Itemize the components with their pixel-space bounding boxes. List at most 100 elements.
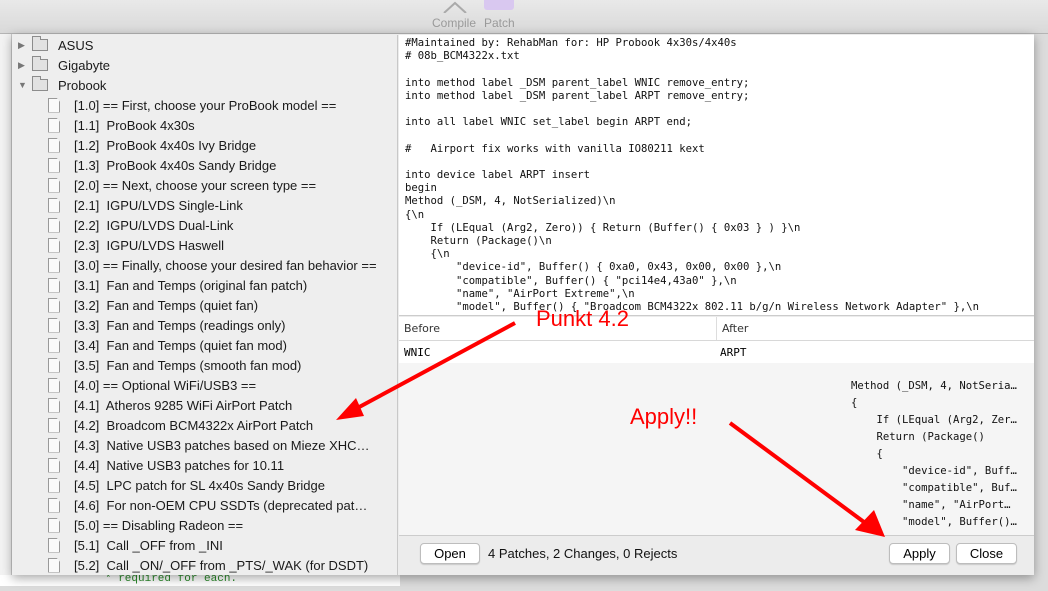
tree-item[interactable]: [4.5] LPC patch for SL 4x40s Sandy Bridg…: [12, 475, 397, 495]
tree-item-label: [2.3] IGPU/LVDS Haswell: [74, 237, 225, 253]
tree-item-label: [4.1] Atheros 9285 WiFi AirPort Patch: [74, 397, 293, 413]
document-icon: [48, 277, 60, 293]
document-icon: [48, 357, 60, 373]
patch-tree[interactable]: ▶ ASUS ▶ Gigabyte ▼ Probook [1.0] == First, ch…: [12, 35, 398, 575]
tree-item[interactable]: [3.3] Fan and Temps (readings only): [12, 315, 397, 335]
tree-item[interactable]: [4.1] Atheros 9285 WiFi AirPort Patch: [12, 395, 397, 415]
tree-item-label: [5.2] Call _ON/_OFF from _PTS/_WAK (for …: [74, 557, 369, 573]
tree-item[interactable]: [2.3] IGPU/LVDS Haswell: [12, 235, 397, 255]
folder-icon: [32, 76, 48, 91]
tree-item-label: [3.4] Fan and Temps (quiet fan mod): [74, 337, 287, 353]
document-icon: [48, 157, 60, 173]
folder-label: Probook: [58, 77, 107, 93]
cell-before: WNIC: [404, 345, 431, 359]
changes-table-header: Before After: [399, 317, 1034, 341]
tree-item-label: [2.1] IGPU/LVDS Single-Link: [74, 197, 243, 213]
compile-icon[interactable]: [440, 0, 470, 14]
document-icon: [48, 537, 60, 553]
folder-icon: [32, 56, 48, 71]
document-icon: [48, 257, 60, 273]
tree-item[interactable]: [5.0] == Disabling Radeon ==: [12, 515, 397, 535]
folder-label: ASUS: [58, 37, 94, 53]
folder-label: Gigabyte: [58, 57, 111, 73]
tree-item[interactable]: [4.3] Native USB3 patches based on Mieze…: [12, 435, 397, 455]
document-icon: [48, 317, 60, 333]
tree-item-label: [5.0] == Disabling Radeon ==: [74, 517, 244, 533]
table-row[interactable]: WNIC ARPT: [399, 341, 1034, 363]
open-button[interactable]: Open: [420, 543, 480, 564]
compile-button[interactable]: Compile: [432, 16, 476, 30]
document-icon: [48, 377, 60, 393]
patch-source-text[interactable]: #Maintained by: RehabMan for: HP Probook…: [399, 35, 1034, 316]
tree-item[interactable]: [2.0] == Next, choose your screen type =…: [12, 175, 397, 195]
tree-item[interactable]: [4.4] Native USB3 patches for 10.11: [12, 455, 397, 475]
tree-folder-gigabyte[interactable]: ▶ Gigabyte: [12, 55, 397, 75]
tree-item-label: [1.3] ProBook 4x40s Sandy Bridge: [74, 157, 277, 173]
tree-item-label: [4.6] For non-OEM CPU SSDTs (deprecated …: [74, 497, 368, 513]
sheet-footer: Open 4 Patches, 2 Changes, 0 Rejects App…: [399, 537, 1034, 575]
tree-item[interactable]: [3.1] Fan and Temps (original fan patch): [12, 275, 397, 295]
document-icon: [48, 457, 60, 473]
disclosure-right-icon[interactable]: ▶: [18, 60, 28, 71]
tree-item-label: [4.4] Native USB3 patches for 10.11: [74, 457, 285, 473]
change-preview: Method (_DSM, 4, NotSeria… { If (LEqual …: [399, 363, 1034, 536]
close-button[interactable]: Close: [956, 543, 1017, 564]
tree-item[interactable]: [5.1] Call _OFF from _INI: [12, 535, 397, 555]
document-icon: [48, 177, 60, 193]
document-icon: [48, 237, 60, 253]
document-icon: [48, 297, 60, 313]
tree-item[interactable]: [1.1] ProBook 4x30s: [12, 115, 397, 135]
tree-item-label: [5.1] Call _OFF from _INI: [74, 537, 223, 553]
tree-item-label: [3.3] Fan and Temps (readings only): [74, 317, 286, 333]
patch-icon[interactable]: [484, 0, 514, 10]
tree-item[interactable]: [3.5] Fan and Temps (smooth fan mod): [12, 355, 397, 375]
tree-item-label: [3.0] == Finally, choose your desired fa…: [74, 257, 377, 273]
tree-item[interactable]: [1.2] ProBook 4x40s Ivy Bridge: [12, 135, 397, 155]
tree-item-label: [3.2] Fan and Temps (quiet fan): [74, 297, 259, 313]
cell-after: ARPT: [720, 345, 747, 359]
tree-item[interactable]: [2.1] IGPU/LVDS Single-Link: [12, 195, 397, 215]
document-icon: [48, 117, 60, 133]
document-icon: [48, 397, 60, 413]
document-icon: [48, 517, 60, 533]
document-icon: [48, 197, 60, 213]
tree-item-label: [3.1] Fan and Temps (original fan patch): [74, 277, 308, 293]
tree-item[interactable]: [1.0] == First, choose your ProBook mode…: [12, 95, 397, 115]
tree-folder-asus[interactable]: ▶ ASUS: [12, 35, 397, 55]
document-icon: [48, 337, 60, 353]
patch-button[interactable]: Patch: [484, 16, 515, 30]
tree-item[interactable]: [4.6] For non-OEM CPU SSDTs (deprecated …: [12, 495, 397, 515]
preview-code: Method (_DSM, 4, NotSeria… { If (LEqual …: [851, 380, 1017, 528]
tree-item-label: [4.3] Native USB3 patches based on Mieze…: [74, 437, 370, 453]
tree-item[interactable]: [5.2] Call _ON/_OFF from _PTS/_WAK (for …: [12, 555, 397, 575]
background-window: [0, 34, 12, 586]
tree-item-label: [1.2] ProBook 4x40s Ivy Bridge: [74, 137, 257, 153]
document-icon: [48, 137, 60, 153]
tree-item[interactable]: [2.2] IGPU/LVDS Dual-Link: [12, 215, 397, 235]
folder-icon: [32, 36, 48, 51]
disclosure-right-icon[interactable]: ▶: [18, 40, 28, 51]
document-icon: [48, 497, 60, 513]
document-icon: [48, 417, 60, 433]
tree-item[interactable]: [4.0] == Optional WiFi/USB3 ==: [12, 375, 397, 395]
tree-item[interactable]: [4.2] Broadcom BCM4322x AirPort Patch: [12, 415, 397, 435]
tree-item-label: [4.0] == Optional WiFi/USB3 ==: [74, 377, 257, 393]
tree-item[interactable]: [3.0] == Finally, choose your desired fa…: [12, 255, 397, 275]
tree-folder-probook[interactable]: ▼ Probook: [12, 75, 397, 95]
tree-item-label: [2.2] IGPU/LVDS Dual-Link: [74, 217, 234, 233]
apply-button[interactable]: Apply: [889, 543, 950, 564]
document-icon: [48, 217, 60, 233]
tree-item-label: [3.5] Fan and Temps (smooth fan mod): [74, 357, 302, 373]
tree-item-label: [2.0] == Next, choose your screen type =…: [74, 177, 317, 193]
tree-item-label: [1.1] ProBook 4x30s: [74, 117, 195, 133]
tree-item[interactable]: [3.4] Fan and Temps (quiet fan mod): [12, 335, 397, 355]
document-icon: [48, 97, 60, 113]
column-before[interactable]: Before: [399, 317, 717, 340]
document-icon: [48, 477, 60, 493]
disclosure-down-icon[interactable]: ▼: [18, 80, 28, 90]
tree-item[interactable]: [3.2] Fan and Temps (quiet fan): [12, 295, 397, 315]
tree-item-label: [4.2] Broadcom BCM4322x AirPort Patch: [74, 417, 314, 433]
document-icon: [48, 557, 60, 573]
tree-item[interactable]: [1.3] ProBook 4x40s Sandy Bridge: [12, 155, 397, 175]
column-after[interactable]: After: [717, 317, 748, 340]
